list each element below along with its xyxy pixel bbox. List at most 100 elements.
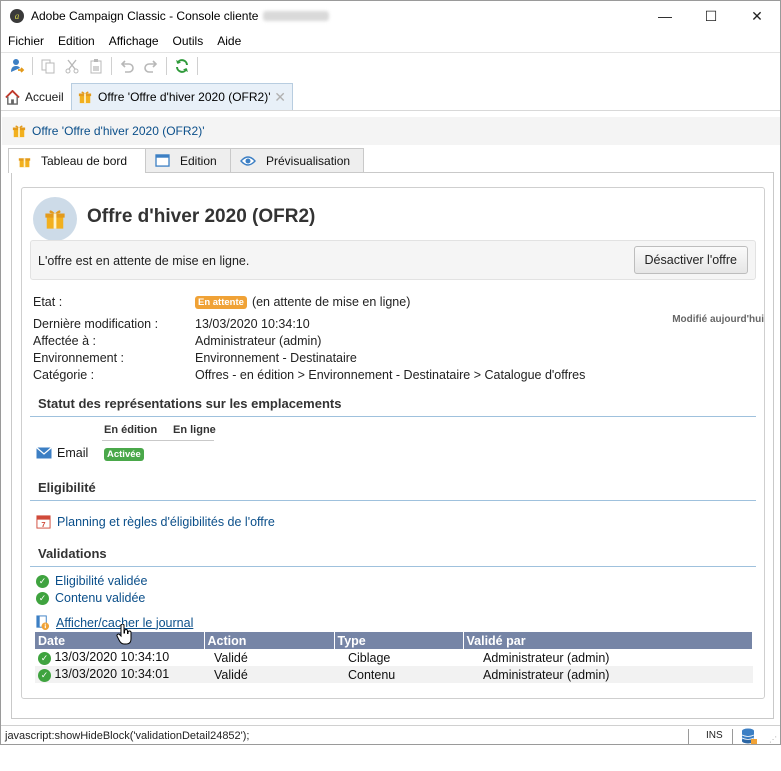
gift-icon: [78, 91, 92, 104]
validation-eligibility-row: ✓ Eligibilité validée: [36, 574, 147, 588]
toolbar-separator: [197, 56, 198, 75]
document-tabs: Accueil Offre 'Offre d'hiver 2020 (OFR2)…: [1, 81, 780, 111]
property-value: Environnement - Destinataire: [195, 351, 357, 365]
cell-date: ✓ 13/03/2020 10:34:10: [35, 649, 204, 666]
validation-journal-table: Date Action Type Validé par ✓ 13/03/2020…: [35, 632, 753, 683]
tab-preview-label: Prévisualisation: [266, 153, 351, 168]
undo-button[interactable]: [115, 55, 139, 77]
validation-content-link[interactable]: Contenu validée: [55, 591, 145, 605]
gift-icon: [18, 157, 31, 167]
menu-outils[interactable]: Outils: [173, 34, 204, 48]
check-icon: ✓: [38, 669, 51, 682]
tab-offer-label: Offre 'Offre d'hiver 2020 (OFR2)': [98, 90, 271, 104]
date-value: 13/03/2020 10:34:10: [54, 650, 170, 664]
app-logo-icon: a: [10, 9, 24, 23]
offer-gift-icon: [33, 197, 77, 241]
table-row[interactable]: ✓ 13/03/2020 10:34:10 Validé Ciblage Adm…: [35, 649, 753, 666]
breadcrumb-label[interactable]: Offre 'Offre d'hiver 2020 (OFR2)': [32, 124, 205, 138]
close-button[interactable]: ✕: [734, 1, 780, 31]
user-arrow-icon: [11, 58, 25, 73]
resize-grip-icon[interactable]: ⋰: [769, 735, 777, 744]
toolbar-separator: [166, 56, 167, 75]
view-tabs: Tableau de bord Edition Prévisualisation: [1, 148, 780, 173]
house-icon: [5, 89, 20, 105]
property-label: Dernière modification :: [33, 317, 159, 331]
property-label: Catégorie :: [33, 368, 95, 382]
maximize-button[interactable]: ☐: [688, 1, 734, 31]
column-header-action[interactable]: Action: [204, 632, 335, 649]
offer-title: Offre d'hiver 2020 (OFR2): [87, 206, 316, 227]
status-badge-active: Activée: [104, 448, 144, 461]
property-value: Administrateur (admin): [195, 334, 322, 348]
modified-note: Modifié aujourd'hui: [672, 314, 764, 325]
status-separator: [732, 729, 733, 744]
status-message: L'offre est en attente de mise en ligne.: [38, 254, 250, 268]
cell-action: Validé: [204, 666, 334, 683]
validation-eligibility-link[interactable]: Eligibilité validée: [55, 574, 147, 588]
menu-affichage[interactable]: Affichage: [109, 34, 159, 48]
copy-icon: [41, 59, 55, 73]
form-icon: [155, 154, 170, 167]
scissors-icon: [65, 59, 79, 73]
validations-section-title: Validations: [30, 546, 756, 567]
minimize-button[interactable]: —: [642, 1, 688, 31]
property-value: En attente (en attente de mise en ligne): [195, 295, 410, 309]
eligibility-rules-link[interactable]: Planning et règles d'éligibilités de l'o…: [57, 515, 275, 529]
column-editing: En édition: [104, 424, 158, 436]
deactivate-offer-button[interactable]: Désactiver l'offre: [633, 246, 748, 274]
validation-content-row: ✓ Contenu validée: [36, 591, 145, 605]
envelope-icon: [36, 447, 52, 459]
column-header-validated-by[interactable]: Validé par: [463, 632, 753, 649]
tab-preview[interactable]: Prévisualisation: [230, 148, 364, 172]
table-row[interactable]: ✓ 13/03/2020 10:34:01 Validé Contenu Adm…: [35, 666, 753, 683]
eligibility-section-title: Eligibilité: [30, 480, 756, 501]
app-window: a Adobe Campaign Classic - Console clien…: [0, 0, 781, 745]
tab-home[interactable]: Accueil: [5, 86, 64, 108]
tab-offer[interactable]: Offre 'Offre d'hiver 2020 (OFR2)' ✕: [71, 83, 293, 110]
copy-button[interactable]: [36, 55, 60, 77]
representations-section-title: Statut des représentations sur les empla…: [30, 396, 756, 417]
cell-date: ✓ 13/03/2020 10:34:01: [35, 666, 204, 683]
menu-edition[interactable]: Edition: [58, 34, 95, 48]
undo-icon: [120, 59, 134, 73]
gift-icon: [12, 125, 26, 138]
clipboard-icon: [90, 58, 102, 73]
menu-bar: Fichier Edition Affichage Outils Aide: [1, 31, 255, 51]
tab-dashboard-label: Tableau de bord: [41, 154, 128, 168]
insert-mode-indicator: INS: [706, 730, 723, 741]
menu-fichier[interactable]: Fichier: [8, 34, 44, 48]
check-icon: ✓: [36, 591, 49, 605]
offer-card: Offre d'hiver 2020 (OFR2) L'offre est en…: [21, 187, 765, 699]
state-description: (en attente de mise en ligne): [251, 295, 411, 309]
cell-type: Contenu: [334, 666, 463, 683]
menu-aide[interactable]: Aide: [217, 34, 241, 48]
toolbar-separator: [32, 56, 33, 75]
database-icon[interactable]: [741, 728, 757, 745]
refresh-button[interactable]: [170, 55, 194, 77]
toolbar-separator: [111, 56, 112, 75]
redo-button[interactable]: [139, 55, 163, 77]
eligibility-rules-row: 7 Planning et règles d'éligibilités de l…: [36, 514, 275, 529]
property-label: Etat :: [33, 295, 63, 309]
column-header-type[interactable]: Type: [334, 632, 464, 649]
redo-icon: [144, 59, 158, 73]
property-value: Offres - en édition > Environnement - De…: [195, 368, 586, 382]
paste-button[interactable]: [84, 55, 108, 77]
property-label: Affectée à :: [33, 334, 97, 348]
cut-button[interactable]: [60, 55, 84, 77]
channel-email-row: Email: [36, 446, 88, 460]
check-icon: ✓: [36, 574, 49, 588]
tab-dashboard[interactable]: Tableau de bord: [8, 148, 146, 173]
status-bar: javascript:showHideBlock('validationDeta…: [1, 725, 780, 745]
close-tab-icon[interactable]: ✕: [274, 89, 286, 106]
column-online: En ligne: [173, 424, 216, 436]
window-controls: — ☐ ✕: [642, 1, 780, 31]
hand-cursor-icon: [116, 624, 132, 645]
property-value: 13/03/2020 10:34:10: [195, 317, 310, 331]
calendar-day: 7: [41, 520, 45, 529]
column-divider: [102, 440, 214, 441]
date-value: 13/03/2020 10:34:01: [54, 667, 170, 681]
tab-edition[interactable]: Edition: [145, 148, 231, 172]
connect-user-button[interactable]: [5, 55, 29, 77]
status-badge-waiting: En attente: [195, 296, 247, 309]
